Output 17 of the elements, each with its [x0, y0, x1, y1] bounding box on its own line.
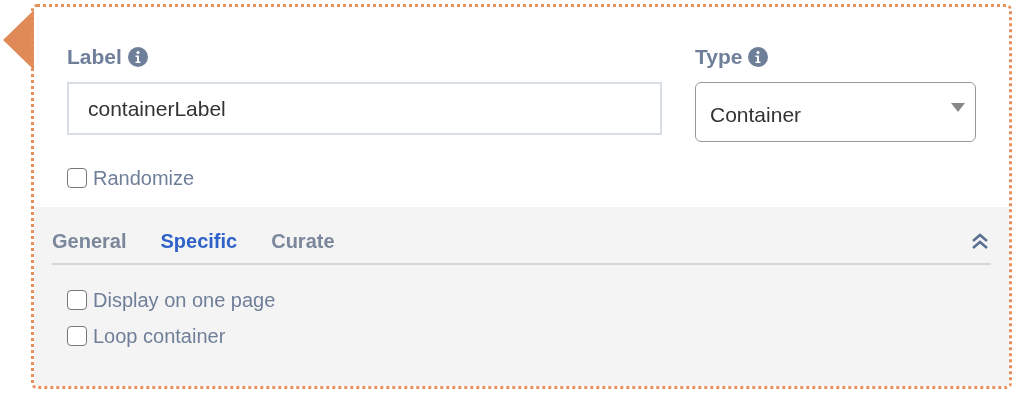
tab[interactable]: Curate	[271, 226, 335, 256]
checkbox-label: Loop container	[93, 324, 226, 349]
label-input[interactable]: containerLabel	[67, 82, 662, 135]
checkbox[interactable]	[67, 326, 87, 346]
collapse-icon[interactable]	[971, 232, 989, 250]
type-select[interactable]: Container	[695, 82, 976, 142]
checkbox-label: Randomize	[93, 166, 195, 191]
checkbox-label: Display on one page	[93, 288, 276, 313]
checkbox[interactable]	[67, 290, 87, 310]
caret-icon	[951, 103, 965, 112]
checkbox[interactable]	[67, 168, 87, 188]
field-label: Type	[695, 44, 743, 71]
info-icon[interactable]	[127, 47, 148, 67]
field-label: Label	[67, 44, 122, 71]
tab[interactable]: General	[52, 226, 127, 256]
tab[interactable]: Specific	[160, 226, 238, 256]
info-icon[interactable]	[748, 47, 769, 67]
